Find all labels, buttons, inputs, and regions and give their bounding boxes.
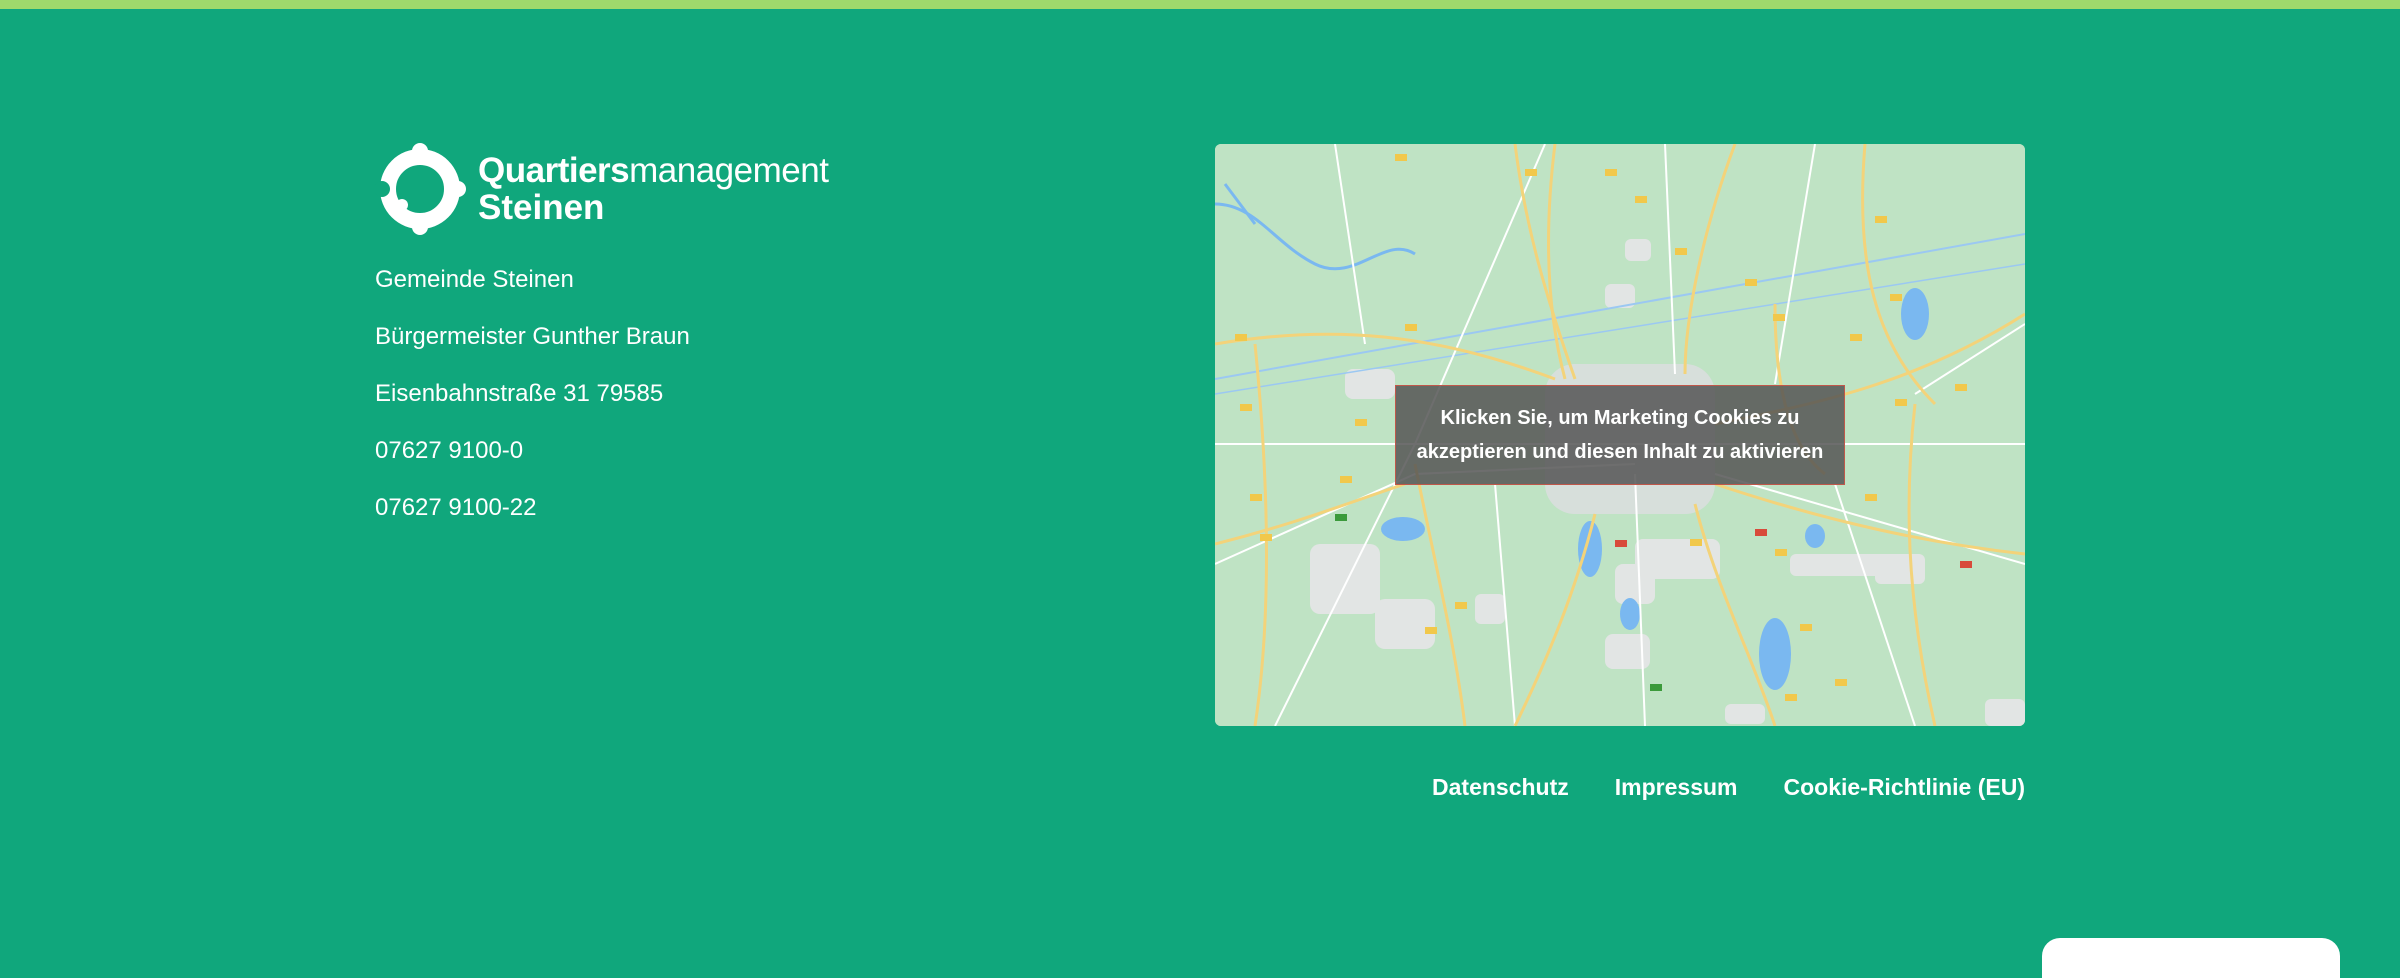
cookie-consent-text: Klicken Sie, um Marketing Cookies zu akz… bbox=[1416, 407, 1824, 463]
footer-link-datenschutz[interactable]: Datenschutz bbox=[1432, 774, 1569, 801]
logo-text-bold: Quartiers bbox=[478, 151, 630, 190]
logo-text-light: management bbox=[629, 151, 829, 190]
footer-link-cookie-richtlinie[interactable]: Cookie-Richtlinie (EU) bbox=[1783, 774, 2025, 801]
contact-person: Bürgermeister Gunther Braun bbox=[375, 323, 690, 350]
footer-nav: Datenschutz Impressum Cookie-Richtlinie … bbox=[1432, 774, 2025, 801]
puzzle-ring-logo-icon bbox=[374, 143, 466, 235]
contact-address: Eisenbahnstraße 31 79585 bbox=[375, 380, 664, 407]
map-embed[interactable]: Klicken Sie, um Marketing Cookies zu akz… bbox=[1215, 144, 2025, 726]
site-logo[interactable]: Quartiersmanagement Steinen bbox=[374, 143, 834, 235]
contact-phone[interactable]: 07627 9100-0 bbox=[375, 435, 895, 492]
logo-text-steinen: Steinen bbox=[478, 188, 605, 227]
bottom-floating-widget[interactable] bbox=[2042, 938, 2340, 978]
contact-info: Gemeinde Steinen Bürgermeister Gunther B… bbox=[375, 264, 895, 549]
cookie-consent-overlay[interactable]: Klicken Sie, um Marketing Cookies zu akz… bbox=[1395, 385, 1845, 485]
contact-organization: Gemeinde Steinen bbox=[375, 266, 574, 293]
contact-fax: 07627 9100-22 bbox=[375, 494, 537, 521]
footer-link-impressum[interactable]: Impressum bbox=[1615, 774, 1738, 801]
top-accent-bar bbox=[0, 0, 2400, 9]
